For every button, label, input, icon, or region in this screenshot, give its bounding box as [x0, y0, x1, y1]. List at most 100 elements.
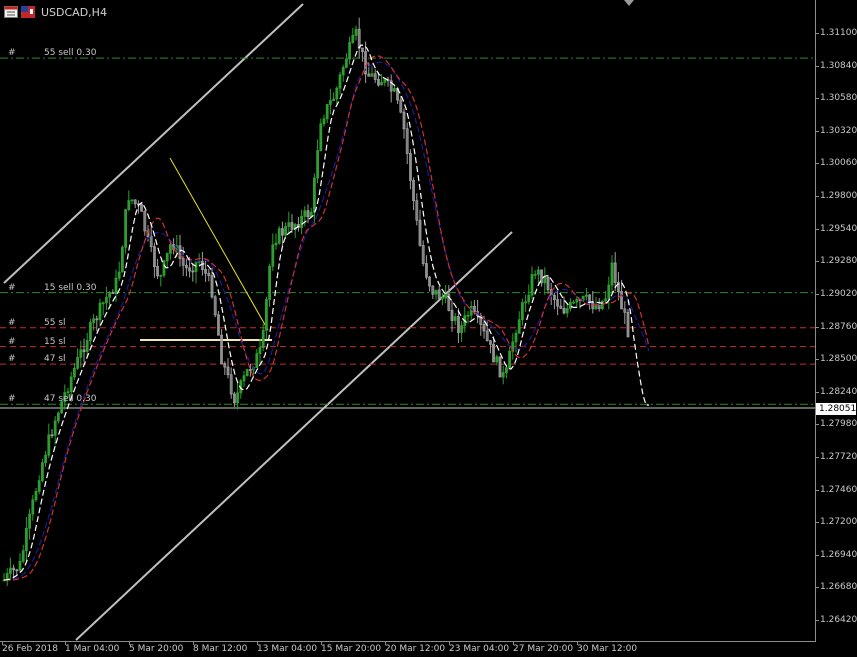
price-tick [815, 424, 819, 426]
trade-level-prefix: # [8, 282, 16, 293]
candle-body [101, 302, 105, 305]
candle-body [92, 318, 95, 323]
candle-body [284, 226, 288, 236]
candle-body [392, 88, 396, 92]
price-tick [815, 456, 819, 458]
candle-body [434, 289, 438, 295]
candle-body [517, 319, 521, 334]
price-tick [815, 228, 819, 230]
price-chart-canvas[interactable] [0, 0, 857, 657]
candle-body [21, 550, 25, 562]
time-tick-label: 13 Mar 04:00 [257, 644, 318, 654]
candle-body [610, 262, 614, 286]
candle-body [31, 499, 35, 515]
chart-shift-marker-icon[interactable] [624, 0, 634, 6]
candle-body [255, 353, 259, 369]
candle-body [47, 434, 51, 456]
price-tick-label: 1.26680 [820, 582, 857, 593]
price-tick [815, 554, 819, 556]
candle-body [565, 308, 569, 314]
candle-body [341, 66, 345, 76]
candle-body [316, 150, 320, 179]
price-tick [815, 98, 819, 100]
candle-body [168, 244, 172, 254]
price-tick [815, 489, 819, 491]
current-price-label: 1.28051 [816, 403, 856, 415]
candle-body [351, 34, 355, 43]
trend-channel-upper-line [3, 3, 304, 284]
candle-body [8, 567, 12, 574]
candle-body [348, 42, 352, 60]
candle-body [601, 300, 604, 310]
candle-body [383, 79, 387, 83]
candle-body [79, 349, 83, 358]
candle-body [524, 301, 527, 304]
candle-body [440, 297, 444, 300]
candle-body [162, 260, 166, 276]
candle-body [268, 265, 272, 300]
candle-body [57, 412, 60, 422]
candle-body [572, 301, 575, 304]
trade-level-prefix: # [8, 336, 16, 347]
time-tick-label: 8 Mar 12:00 [193, 644, 248, 654]
price-tick-label: 1.27980 [820, 419, 857, 430]
price-tick [815, 620, 819, 621]
candle-body [28, 513, 32, 529]
candle-body [370, 73, 374, 77]
candle-body [121, 246, 124, 273]
candle-body [569, 301, 572, 309]
price-tick-label: 1.30320 [820, 125, 857, 136]
candle-body [165, 252, 169, 262]
candle-body [469, 305, 473, 316]
price-tick [815, 163, 819, 165]
candle-body [159, 274, 163, 277]
candle-body [533, 273, 537, 276]
price-tick-label: 1.29020 [820, 288, 857, 299]
candle-body [18, 560, 22, 571]
candle-body [245, 369, 249, 377]
symbol-timeframe-title: USDCAD,H4 [41, 5, 107, 19]
candle-body [236, 392, 240, 404]
price-tick [815, 261, 819, 263]
chart-window[interactable]: USDCAD,H4 1.31100 1.30840 1.30580 1.30320 1.… [0, 0, 857, 657]
price-tick-label: 1.26940 [820, 549, 857, 560]
chart-window-icon [4, 6, 18, 18]
price-tick-label: 1.30840 [820, 60, 857, 71]
candle-body [300, 215, 304, 228]
candle-body [319, 123, 323, 151]
candle-body [108, 292, 111, 298]
time-tick-label: 1 Mar 04:00 [65, 644, 120, 654]
candle-body [37, 480, 41, 492]
ma-slow-line [3, 61, 650, 581]
price-tick-label: 1.29280 [820, 256, 857, 267]
candle-body [98, 302, 102, 321]
candle-body [76, 356, 79, 369]
time-axis-border [0, 641, 816, 642]
candle-body [303, 210, 307, 217]
trade-level-label: 47 sell 0.30 [44, 394, 97, 405]
time-tick-label: 27 Mar 20:00 [513, 644, 574, 654]
candle-body [312, 177, 316, 213]
candle-body [325, 104, 329, 120]
candle-body [242, 375, 246, 382]
trade-level-prefix: # [8, 394, 16, 405]
price-tick [815, 391, 819, 393]
candle-body [73, 367, 76, 378]
candle-body [504, 367, 508, 373]
candle-body [85, 340, 89, 352]
candle-body [105, 296, 108, 304]
candle-body [264, 299, 268, 331]
trend-channel-lower-line [75, 231, 513, 641]
price-tick-label: 1.28240 [820, 386, 857, 397]
price-tick-label: 1.28500 [820, 354, 857, 365]
trade-level-label: 55 sl [44, 317, 66, 328]
price-tick-label: 1.29540 [820, 223, 857, 234]
candle-body [24, 527, 28, 552]
time-tick-label: 26 Feb 2018 [2, 644, 59, 654]
candle-body [114, 277, 118, 294]
time-tick-label: 30 Mar 12:00 [577, 644, 638, 654]
trade-level-prefix: # [8, 48, 16, 59]
price-tick-label: 1.30580 [820, 93, 857, 104]
candle-body [501, 372, 505, 378]
candle-body [44, 454, 47, 464]
